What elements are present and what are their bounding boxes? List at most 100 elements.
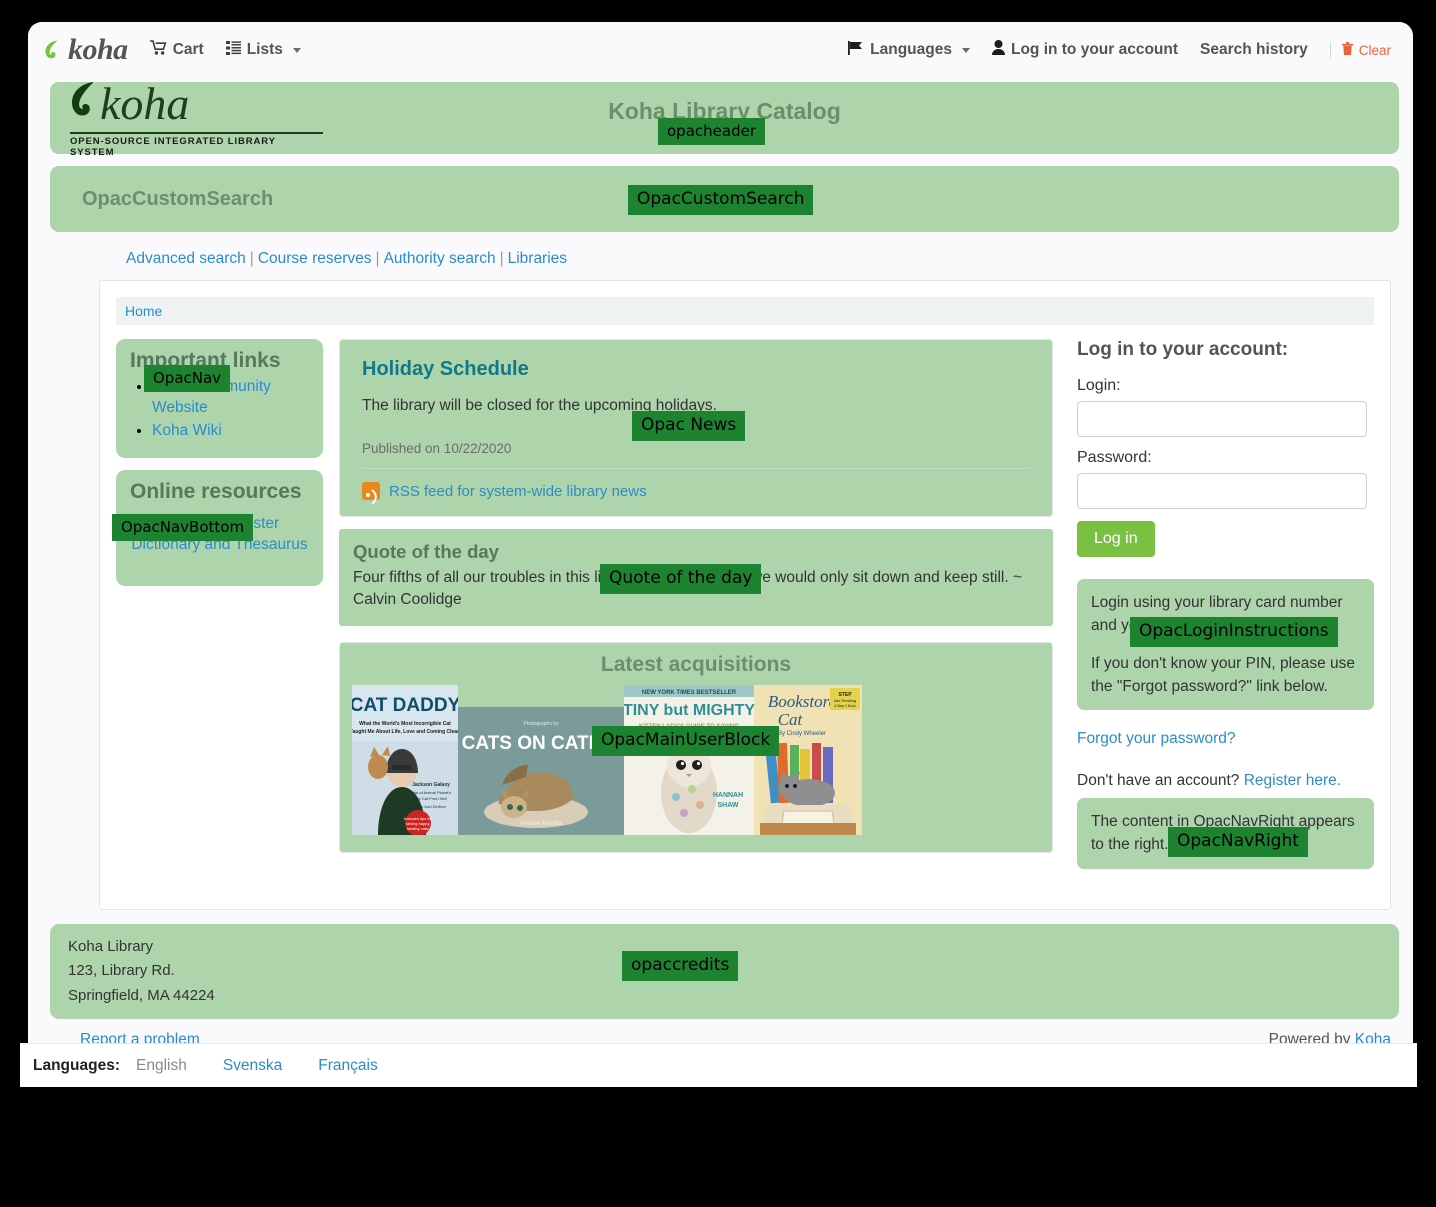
login-link[interactable]: Log in to your account [992,40,1178,60]
main-content-card: Home Important links Koha Community Webs… [99,280,1391,910]
news-published-date: Published on 10/22/2020 [362,441,1030,469]
register-link[interactable]: Register here. [1244,772,1341,789]
libraries-link[interactable]: Libraries [508,250,567,267]
cart-icon [150,40,167,60]
languages-menu[interactable]: Languages [848,41,970,60]
languages-bar: Languages: English Svenska Français [20,1043,1417,1087]
authority-search-link[interactable]: Authority search [384,250,496,267]
trash-icon [1342,42,1353,58]
svg-text:SHAW: SHAW [718,802,739,809]
quote-title: Quote of the day [353,541,1039,563]
credits-line-3: Springfield, MA 44224 [68,984,1381,1008]
list-icon [226,41,241,60]
svg-text:into Reading: into Reading [834,698,856,703]
opacheader-region: koha OPEN-SOURCE INTEGRATED LIBRARY SYST… [50,82,1399,154]
annotation-opacloginstructions: OpacLoginInstructions [1130,617,1338,647]
svg-text:NEW YORK TIMES BESTSELLER: NEW YORK TIMES BESTSELLER [642,690,737,696]
lists-label: Lists [247,41,283,59]
annotation-opacnavbottom: OpacNavBottom [112,514,253,541]
rss-feed-link[interactable]: RSS feed for system-wide library news [389,483,647,500]
forgot-password-link[interactable]: Forgot your password? [1077,730,1374,748]
register-prompt: Don't have an account? Register here. [1077,772,1374,790]
search-history-label: Search history [1200,41,1308,59]
rss-icon [362,482,380,500]
language-francais[interactable]: Français [318,1057,377,1075]
login-link-label: Log in to your account [1011,41,1178,59]
register-prompt-text: Don't have an account? [1077,772,1244,789]
svg-text:My Cat From Hell: My Cat From Hell [415,796,446,801]
chevron-down-icon [962,48,970,53]
rss-feed-row: RSS feed for system-wide library news [362,469,1030,500]
svg-text:Cat: Cat [778,710,804,729]
svg-text:A Step 2 Book: A Step 2 Book [834,704,856,708]
annotation-opacheader: opacheader [658,118,765,145]
koha-brand-logo[interactable]: koha [44,33,128,67]
search-history-link[interactable]: Search history [1200,41,1308,59]
svg-text:Taught Me About Life, Love and: Taught Me About Life, Love and Coming Cl… [352,729,458,735]
opaccustomsearch-region: OpacCustomSearch OpacCustomSearch [50,166,1399,232]
annotation-quote-of-the-day: Quote of the day [600,564,761,594]
breadcrumb: Home [116,297,1374,325]
opaccredits-region: Koha Library 123, Library Rd. Springfiel… [50,924,1399,1019]
svg-text:with Joel Derfner: with Joel Derfner [416,804,447,809]
svg-text:TINY but MIGHTY: TINY but MIGHTY [624,702,754,719]
browser-viewport: koha Cart Lists Languages [28,22,1413,1085]
acquisitions-title: Latest acquisitions [352,653,1040,677]
online-resources-title: Online resources [130,480,309,504]
login-sidebar: Log in to your account: Login: Password:… [1069,339,1374,869]
svg-text:CAT DADDY: CAT DADDY [352,695,458,716]
login-field-label: Login: [1077,377,1374,395]
login-heading: Log in to your account: [1077,339,1374,361]
user-icon [992,40,1005,60]
book-cover-cat-daddy[interactable]: CAT DADDY What the World's Most Incorrig… [352,685,458,840]
koha-brand-text: koha [68,33,128,67]
opacnav-important-links: Important links Koha Community Website K… [116,339,323,458]
header-tagline: OPEN-SOURCE INTEGRATED LIBRARY SYSTEM [70,132,323,158]
nav-separator: | [372,250,384,267]
course-reserves-link[interactable]: Course reserves [258,250,372,267]
advanced-search-link[interactable]: Advanced search [126,250,246,267]
book-cover-tiny-but-mighty[interactable]: NEW YORK TIMES BESTSELLER TINY but MIGHT… [624,685,754,840]
svg-text:healthy cats!: healthy cats! [407,826,429,831]
cart-button[interactable]: Cart [150,40,204,60]
list-item: Koha Wiki [152,421,309,442]
koha-wiki-link[interactable]: Koha Wiki [152,422,222,439]
top-navigation-bar: koha Cart Lists Languages [28,22,1413,78]
cover-gallery: CAT DADDY What the World's Most Incorrig… [352,685,1040,840]
svg-text:HANNAH: HANNAH [713,792,743,799]
breadcrumb-home[interactable]: Home [125,303,162,319]
svg-text:Photographs by: Photographs by [523,721,559,727]
annotation-opacnav: OpacNav [144,365,230,392]
svg-text:What the World's Most Incorrig: What the World's Most Incorrigible Cat [359,721,451,727]
lists-menu[interactable]: Lists [226,41,301,60]
flag-icon [848,41,864,60]
annotation-opaccredits: opaccredits [622,951,738,981]
clear-label: Clear [1359,43,1391,58]
chevron-down-icon [293,48,301,53]
svg-text:By Cindy Wheeler: By Cindy Wheeler [778,731,826,737]
languages-bar-label: Languages: [33,1057,120,1075]
language-english[interactable]: English [136,1057,187,1075]
opaccustomsearch-text: OpacCustomSearch [82,188,273,211]
secondary-navigation: Advanced search|Course reserves|Authorit… [28,232,1413,280]
language-svenska[interactable]: Svenska [223,1057,282,1075]
nav-separator: | [246,250,258,267]
annotation-opacnavright: OpacNavRight [1168,827,1308,857]
login-input[interactable] [1077,401,1367,437]
password-input[interactable] [1077,473,1367,509]
clear-search-history-button[interactable]: Clear [1330,42,1391,58]
login-submit-button[interactable]: Log in [1077,521,1155,557]
svg-text:Bookstore: Bookstore [768,692,837,711]
svg-text:Star of Animal Planet's: Star of Animal Planet's [411,790,451,795]
password-field-label: Password: [1077,449,1374,467]
book-cover-bookstore-cat[interactable]: Bookstore Cat By Cindy Wheeler STEP into… [754,685,862,840]
annotation-opaccustomsearch: OpacCustomSearch [628,185,813,215]
svg-text:Jackson Galaxy: Jackson Galaxy [412,782,450,788]
login-instructions-line-2: If you don't know your PIN, please use t… [1091,652,1360,699]
nav-separator: | [496,250,508,267]
languages-label: Languages [870,41,952,59]
annotation-opacmainuserblock: OpacMainUserBlock [592,726,779,756]
svg-text:Andrew Marttila: Andrew Marttila [520,821,562,827]
news-title: Holiday Schedule [362,358,1030,381]
cart-label: Cart [173,41,204,59]
